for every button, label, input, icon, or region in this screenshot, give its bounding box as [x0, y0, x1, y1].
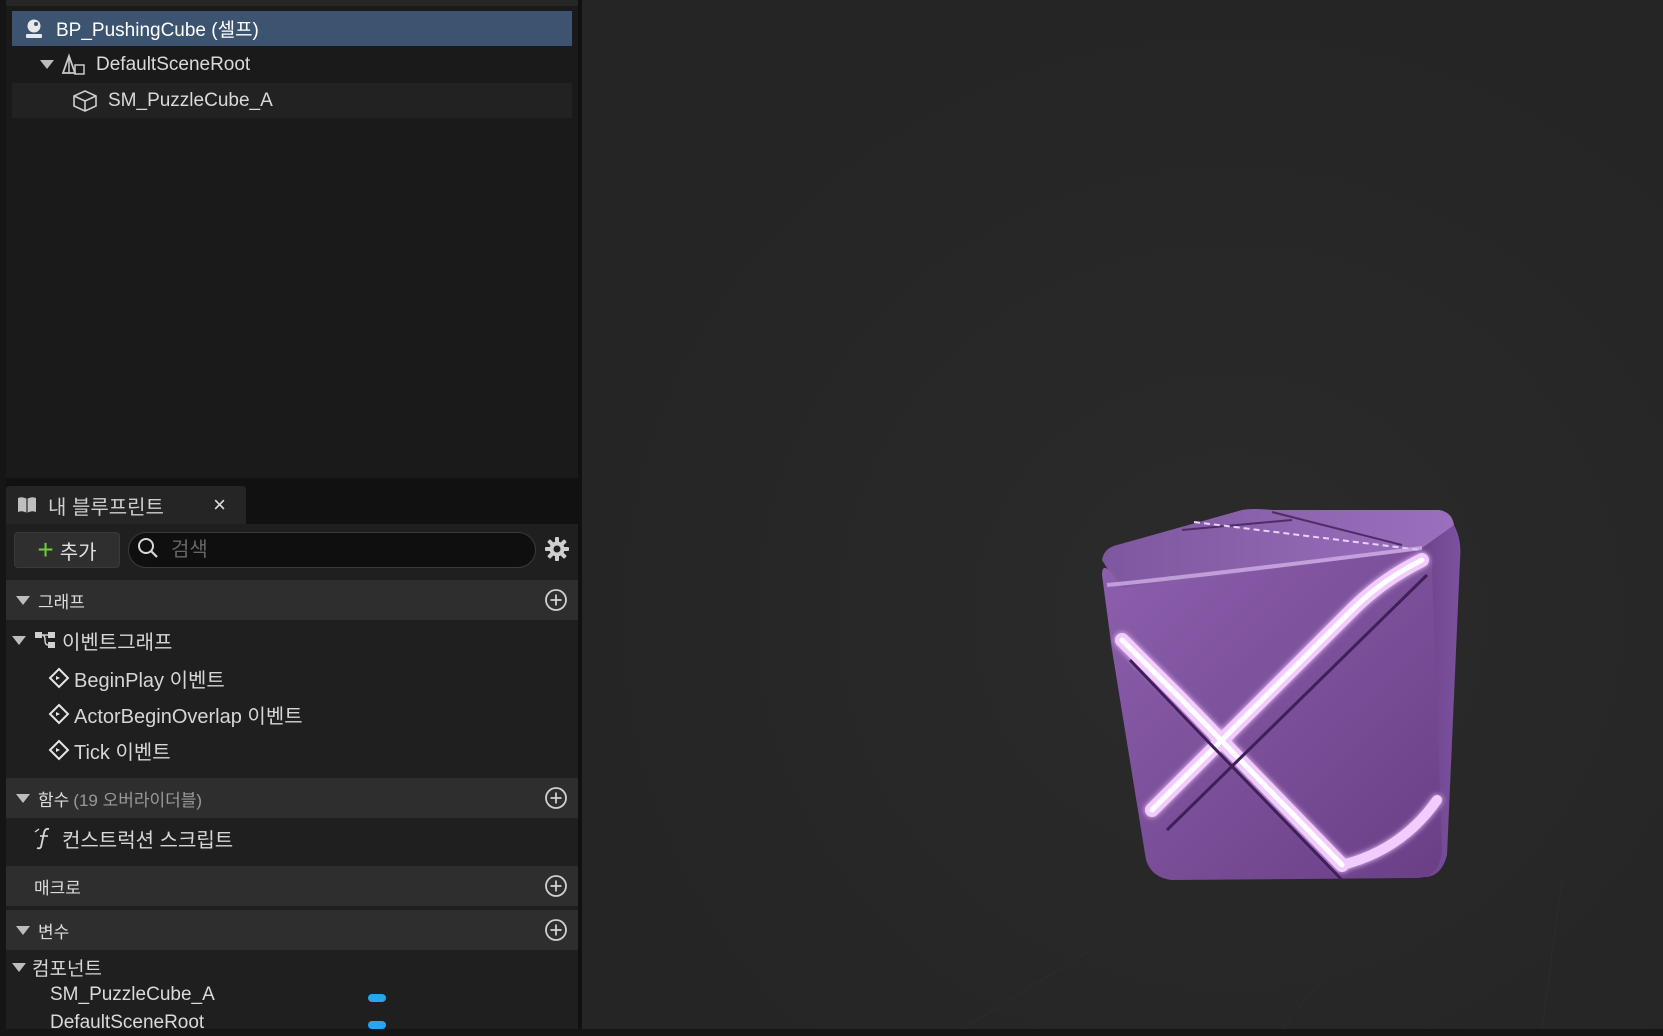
variable-category-label: 컴포넌트	[32, 958, 102, 980]
variable-item-default-scene-root[interactable]: DefaultSceneRoot	[50, 1010, 490, 1036]
tree-item-root-label: DefaultSceneRoot	[96, 53, 251, 75]
tree-item-self-label: BP_PushingCube (셀프)	[56, 20, 259, 41]
section-variables[interactable]: 변수	[6, 910, 580, 950]
add-macro-icon[interactable]	[544, 874, 568, 903]
tree-item-default-scene-root[interactable]: DefaultSceneRoot	[32, 47, 572, 82]
actor-icon	[22, 17, 46, 41]
my-blueprint-tabbar: 내 블루프린트 ×	[6, 478, 580, 524]
add-button[interactable]: + 추가	[14, 532, 120, 568]
event-label-actorbeginoverlap: ActorBeginOverlap 이벤트	[74, 705, 303, 728]
search-icon	[137, 537, 159, 564]
function-icon	[34, 826, 56, 850]
section-functions-label: 함수	[38, 790, 70, 810]
tree-item-static-mesh[interactable]: SM_PuzzleCube_A	[12, 83, 572, 118]
object-reference-pill-icon	[368, 1021, 386, 1029]
components-panel: BP_PushingCube (셀프) DefaultSceneRoot SM_…	[6, 0, 580, 478]
tab-my-blueprint[interactable]: 내 블루프린트 ×	[6, 486, 246, 524]
viewport-background	[582, 0, 1663, 1029]
collapse-arrow-icon[interactable]	[16, 925, 30, 935]
tree-item-mesh-label: SM_PuzzleCube_A	[108, 89, 273, 111]
viewport-scene	[582, 0, 1663, 1029]
book-icon	[16, 495, 38, 515]
event-item-beginplay[interactable]: BeginPlay 이벤트	[6, 660, 580, 696]
add-button-label: 추가	[59, 541, 97, 564]
event-diamond-icon	[48, 739, 70, 761]
collapse-arrow-icon[interactable]	[40, 60, 54, 69]
event-diamond-icon	[48, 703, 70, 725]
event-diamond-icon	[48, 667, 70, 689]
overridable-count: (19 오버라이더블)	[73, 790, 203, 810]
event-graph-item[interactable]: 이벤트그래프	[6, 622, 580, 658]
function-item-construction-script[interactable]: 컨스트럭션 스크립트	[6, 820, 580, 856]
section-graphs[interactable]: 그래프	[6, 580, 580, 620]
variable-category-components[interactable]: 컴포넌트	[6, 952, 580, 982]
event-item-actorbeginoverlap[interactable]: ActorBeginOverlap 이벤트	[6, 696, 580, 732]
section-macros-label: 매크로	[34, 878, 81, 898]
add-graph-icon[interactable]	[544, 588, 568, 617]
event-graph-icon	[34, 630, 56, 650]
event-graph-label: 이벤트그래프	[62, 631, 173, 654]
event-label-beginplay: BeginPlay 이벤트	[74, 669, 225, 692]
collapse-arrow-icon[interactable]	[16, 793, 30, 803]
section-macros[interactable]: 매크로	[6, 866, 580, 906]
puzzle-cube-mesh[interactable]	[1102, 509, 1461, 882]
add-variable-icon[interactable]	[544, 918, 568, 947]
variable-label-sm-puzzlecube: SM_PuzzleCube_A	[50, 984, 215, 1005]
my-blueprint-panel: + 추가 검색 그래프 이벤트그래프 BeginPlay 이벤트 ActorBe…	[6, 524, 580, 1033]
collapse-arrow-icon[interactable]	[16, 595, 30, 605]
collapse-arrow-icon[interactable]	[12, 635, 26, 645]
search-input[interactable]	[169, 537, 513, 563]
add-function-icon[interactable]	[544, 786, 568, 815]
section-functions[interactable]: 함수 (19 오버라이더블)	[6, 778, 580, 818]
function-label-construction-script: 컨스트럭션 스크립트	[62, 829, 234, 852]
static-mesh-icon	[72, 89, 98, 113]
section-variables-label: 변수	[38, 922, 70, 942]
variable-item-sm-puzzlecube[interactable]: SM_PuzzleCube_A	[50, 982, 490, 1008]
left-panels: BP_PushingCube (셀프) DefaultSceneRoot SM_…	[0, 0, 582, 1033]
collapse-arrow-icon[interactable]	[12, 962, 26, 972]
close-icon[interactable]: ×	[213, 492, 226, 518]
viewport[interactable]	[582, 0, 1663, 1029]
event-label-tick: Tick 이벤트	[74, 741, 171, 764]
scene-component-icon	[60, 52, 86, 77]
tree-item-self[interactable]: BP_PushingCube (셀프)	[12, 11, 572, 46]
object-reference-pill-icon	[368, 994, 386, 1002]
tab-my-blueprint-label: 내 블루프린트	[48, 496, 164, 519]
section-graphs-label: 그래프	[38, 592, 85, 612]
variable-label-default-scene-root: DefaultSceneRoot	[50, 1012, 205, 1033]
plus-icon: +	[37, 534, 54, 565]
gear-icon[interactable]	[542, 534, 572, 564]
search-box[interactable]	[128, 532, 536, 568]
event-item-tick[interactable]: Tick 이벤트	[6, 732, 580, 768]
